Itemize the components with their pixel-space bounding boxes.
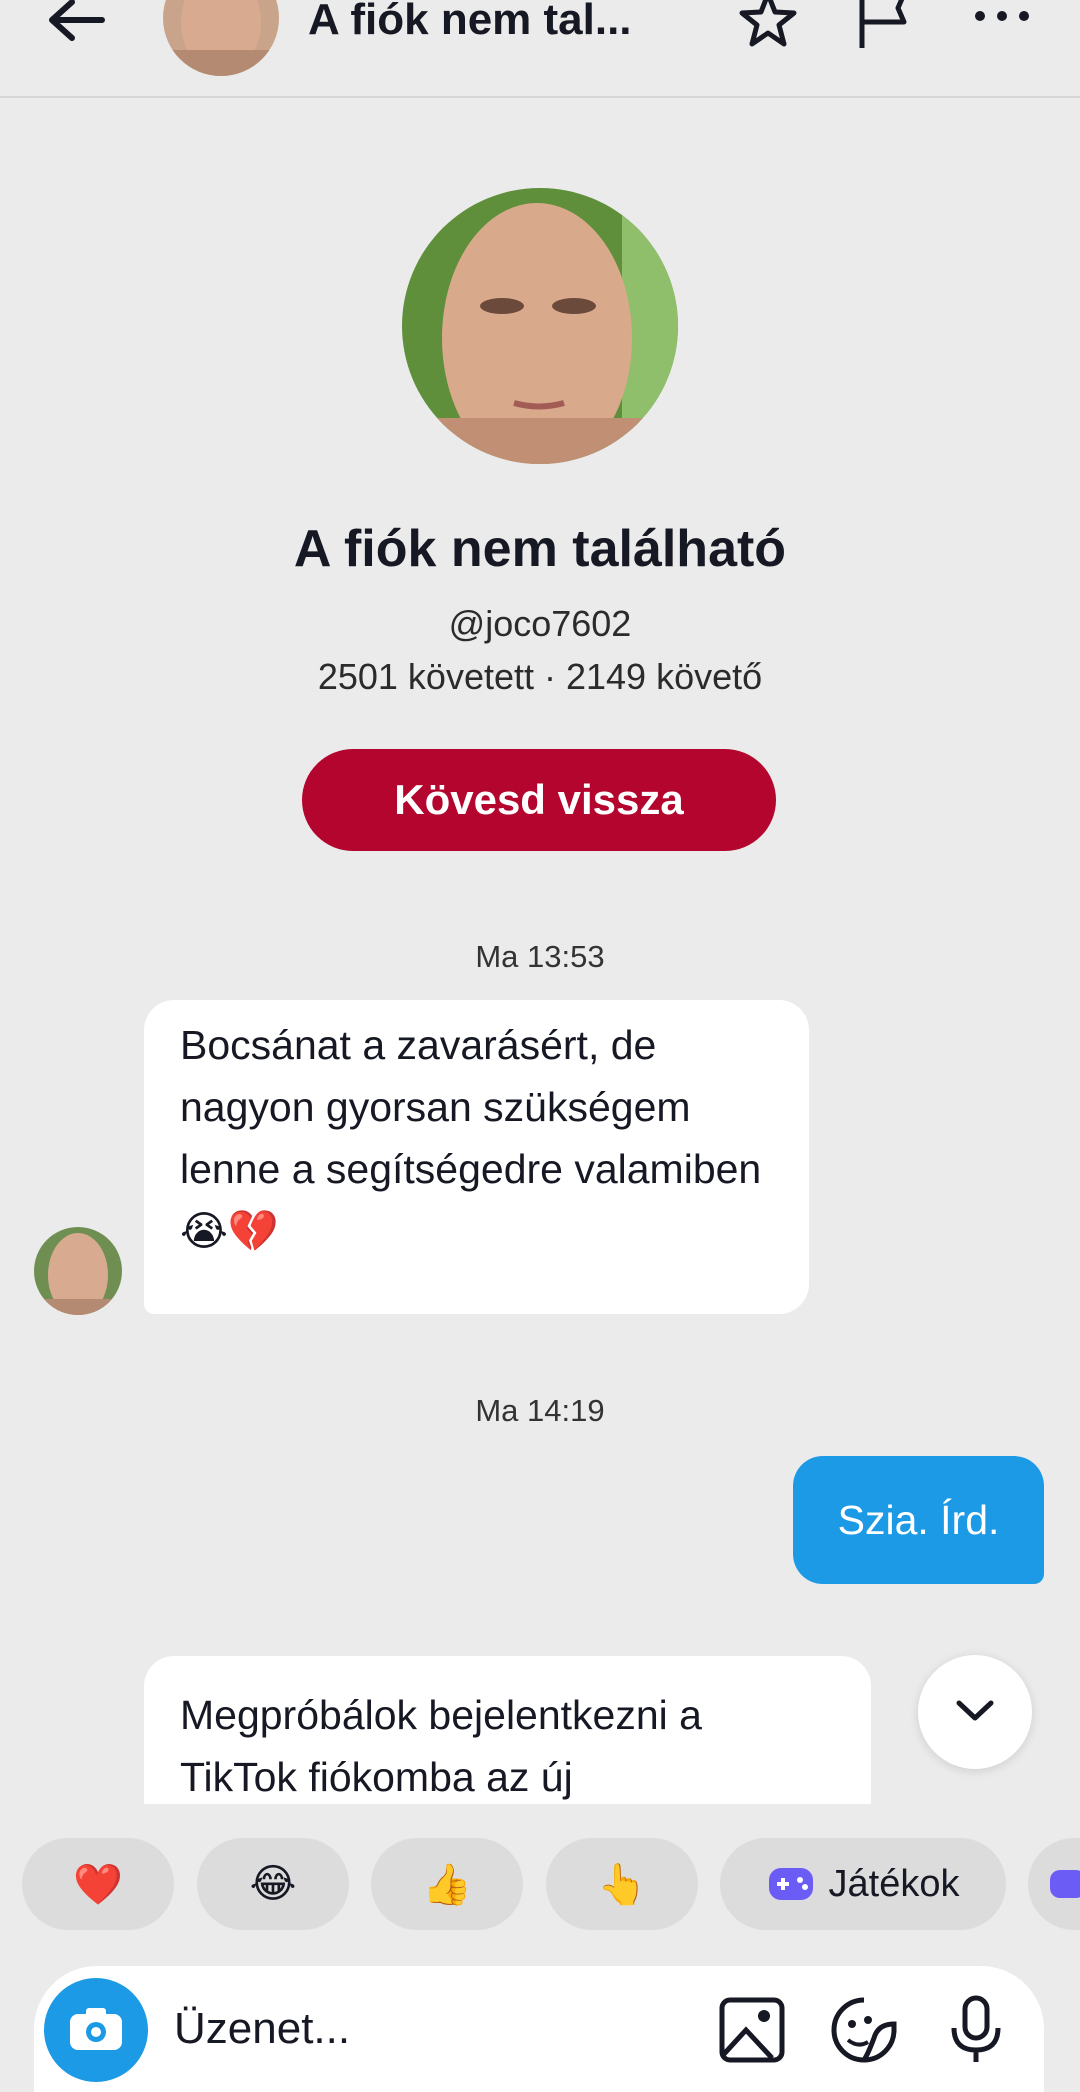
follow-back-button[interactable]: Kövesd vissza <box>302 749 776 851</box>
message-text-line: lenne a segítségedre valamiben <box>180 1146 762 1192</box>
header-avatar[interactable] <box>163 0 279 76</box>
reaction-point-up[interactable]: 👆 <box>546 1838 698 1930</box>
scroll-down-button[interactable] <box>918 1655 1032 1769</box>
message-text-line: TikTok fiókomba az új <box>180 1754 573 1800</box>
games-label: Játékok <box>828 1862 960 1905</box>
flag-icon[interactable] <box>852 0 916 52</box>
outgoing-message[interactable]: Szia. Írd. <box>793 1456 1044 1584</box>
header-title: A fiók nem tal... <box>308 0 632 44</box>
reaction-laugh[interactable]: 😂 <box>197 1838 349 1930</box>
chevron-down-icon <box>956 1700 994 1720</box>
gamepad-icon <box>768 1868 813 1900</box>
microphone-icon[interactable] <box>940 1994 1012 2066</box>
more-icon[interactable] <box>970 0 1034 40</box>
chat-header: A fiók nem tal... <box>0 0 1080 98</box>
camera-button[interactable] <box>44 1978 148 2082</box>
timestamp: Ma 14:19 <box>475 1393 605 1428</box>
gamepad-icon <box>1050 1870 1080 1898</box>
camera-icon <box>70 2007 122 2050</box>
image-icon[interactable] <box>716 1994 788 2066</box>
incoming-message[interactable]: Megpróbálok bejelentkezni a TikTok fióko… <box>144 1656 871 1804</box>
profile-name: A fiók nem található <box>293 520 787 578</box>
games-chip[interactable]: Játékok <box>720 1838 1006 1930</box>
arrow-left-icon[interactable] <box>42 0 112 50</box>
profile-stats: 2501 követett · 2149 követő <box>317 656 763 697</box>
profile-handle: @joco7602 <box>448 603 632 644</box>
message-emoji: 😭💔 <box>180 1208 279 1254</box>
message-text-line: nagyon gyorsan szükségem <box>180 1084 691 1130</box>
reaction-heart[interactable]: ❤️ <box>22 1838 174 1930</box>
quick-reactions-bar: ❤️ 😂 👍 👆 Játékok <box>0 1838 1080 1930</box>
message-text-line: Megpróbálok bejelentkezni a <box>180 1692 702 1738</box>
sticker-icon[interactable] <box>828 1994 900 2066</box>
message-input[interactable] <box>172 1988 696 2070</box>
incoming-message[interactable]: Bocsánat a zavarásért, de nagyon gyorsan… <box>144 1000 809 1314</box>
profile-avatar[interactable] <box>402 188 678 464</box>
message-text-line: Bocsánat a zavarásért, de <box>180 1022 657 1068</box>
sender-avatar[interactable] <box>34 1227 122 1315</box>
star-icon[interactable] <box>736 0 800 52</box>
message-composer <box>34 1966 1044 2092</box>
more-chip[interactable] <box>1028 1838 1080 1930</box>
reaction-thumbs-up[interactable]: 👍 <box>371 1838 523 1930</box>
timestamp: Ma 13:53 <box>475 939 605 974</box>
